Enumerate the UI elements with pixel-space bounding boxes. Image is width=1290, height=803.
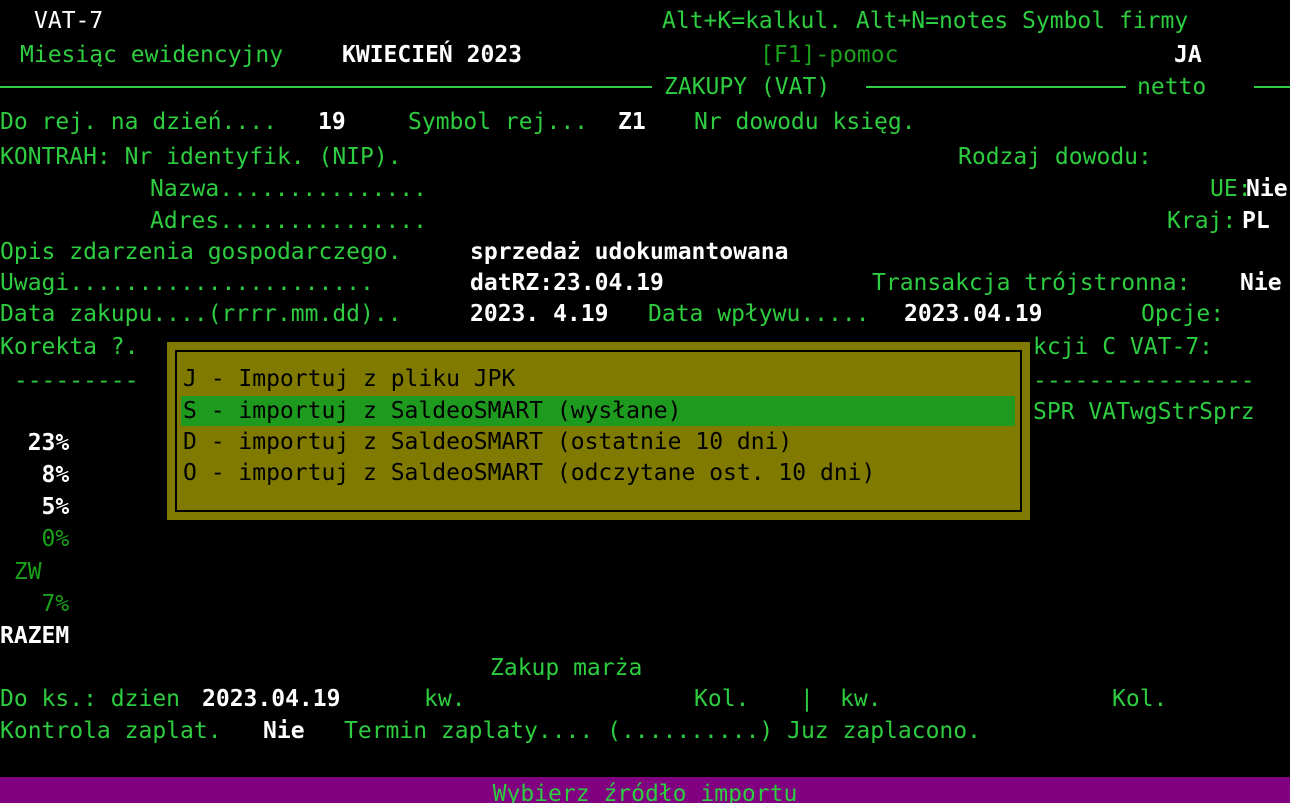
purchase-date-label: Data zakupu....(rrrr.mm.dd)..: [0, 301, 402, 327]
receipt-date-label: Data wpływu.....: [648, 301, 870, 327]
column-label-1: Kol.: [694, 686, 750, 712]
divider-left: [0, 86, 652, 88]
rate-total-label: RAZEM: [0, 623, 70, 649]
menu-item-import-saldeo-read[interactable]: O - importuj z SaldeoSMART (odczytane os…: [181, 458, 1015, 488]
company-symbol: JA: [1174, 42, 1202, 68]
footer-separator: |: [800, 686, 814, 712]
book-date-label: Do ks.: dzien: [0, 686, 194, 712]
contractor-name-label: Nazwa...............: [150, 176, 427, 202]
section-mode: netto: [1137, 74, 1207, 100]
dashes-left: ---------: [0, 368, 139, 394]
country-field[interactable]: PL: [1242, 206, 1270, 236]
reg-day-field[interactable]: 19: [318, 107, 346, 137]
month-label: Miesiąc ewidencyjny: [20, 42, 284, 68]
reg-symbol-label: Symbol rej...: [408, 109, 589, 135]
dashes-right: ----------------: [1033, 368, 1255, 394]
column-label-2: Kol.: [1112, 686, 1168, 712]
payment-due-row: Termin zaplaty.... (..........) Juz zapl…: [344, 718, 981, 744]
description-label: Opis zdarzenia gospodarczego.: [0, 239, 402, 265]
reg-day-label: Do rej. na dzień....: [0, 109, 277, 135]
correction-label: Korekta ?.: [0, 334, 139, 360]
rate-label: 0%: [0, 526, 70, 552]
rate-label: 23%: [0, 430, 70, 456]
status-bar: Wybierz źródło importu: [0, 777, 1290, 803]
country-label: Kraj:: [1167, 208, 1237, 234]
contractor-address-label: Adres...............: [150, 208, 427, 234]
doc-type-label: Rodzaj dowodu:: [958, 144, 1152, 170]
column-header-right: SPR VATwgStrSprz: [1033, 399, 1255, 425]
hotkeys-hint: Alt+K=kalkul. Alt+N=notes Symbol firmy: [662, 8, 1189, 34]
options-label: Opcje:: [1141, 301, 1225, 327]
menu-item-import-saldeo-last-10[interactable]: D - importuj z SaldeoSMART (ostatnie 10 …: [181, 427, 1015, 457]
payment-control-field[interactable]: Nie: [263, 716, 305, 746]
month-value: KWIECIEŃ 2023: [342, 42, 523, 68]
help-hint: [F1]-pomoc: [760, 42, 899, 68]
program-title: VAT-7: [34, 8, 104, 34]
quarter-label-2: kw.: [840, 686, 882, 712]
margin-purchase-label: Zakup marża: [490, 655, 643, 681]
notes-field[interactable]: datRZ:23.04.19: [470, 268, 664, 298]
contractor-nip-label: KONTRAH: Nr identyfik. (NIP).: [0, 144, 402, 170]
divider-right: [1254, 86, 1290, 88]
rate-label: 5%: [0, 494, 70, 520]
rate-label: ZW: [0, 559, 42, 585]
section-title: ZAKUPY (VAT): [664, 74, 831, 100]
rate-label: 8%: [0, 462, 70, 488]
doc-number-label: Nr dowodu księg.: [694, 109, 916, 135]
triangular-field[interactable]: Nie: [1240, 268, 1282, 298]
book-date-field[interactable]: 2023.04.19: [202, 684, 340, 714]
notes-label: Uwagi......................: [0, 270, 374, 296]
reg-symbol-field[interactable]: Z1: [618, 107, 646, 137]
divider-mid: [866, 86, 1126, 88]
payment-control-label: Kontrola zaplat.: [0, 718, 222, 744]
menu-item-import-saldeo-sent[interactable]: S - importuj z SaldeoSMART (wysłane): [181, 396, 1015, 426]
description-field[interactable]: sprzedaż udokumantowana: [470, 237, 789, 267]
import-source-menu: J - Importuj z pliku JPK S - importuj z …: [167, 342, 1030, 520]
purchase-date-field[interactable]: 2023. 4.19: [470, 299, 608, 329]
quarter-label-1: kw.: [424, 686, 466, 712]
receipt-date-field[interactable]: 2023.04.19: [904, 299, 1042, 329]
menu-item-import-jpk[interactable]: J - Importuj z pliku JPK: [181, 364, 1015, 394]
ue-field[interactable]: Nie: [1246, 174, 1288, 204]
rate-label: 7%: [0, 591, 70, 617]
vat7-section-label: kcji C VAT-7:: [1033, 334, 1214, 360]
triangular-label: Transakcja trójstronna:: [872, 270, 1191, 296]
